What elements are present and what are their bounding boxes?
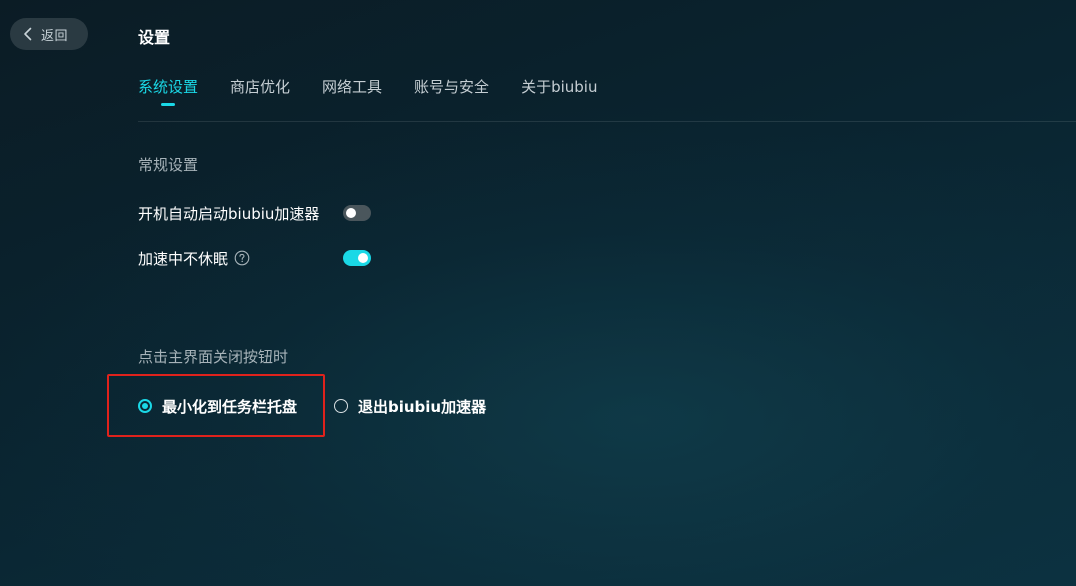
tab-store-optimization[interactable]: 商店优化 <box>230 76 290 106</box>
radio-checked-icon <box>138 399 152 413</box>
radio-exit-label: 退出biubiu加速器 <box>358 397 487 416</box>
radio-unchecked-icon <box>334 399 348 413</box>
no-sleep-toggle[interactable] <box>343 250 371 266</box>
radio-exit-app[interactable]: 退出biubiu加速器 <box>334 394 486 418</box>
back-button-label: 返回 <box>41 28 69 44</box>
back-button[interactable]: 返回 <box>10 18 88 50</box>
autostart-toggle[interactable] <box>343 205 371 221</box>
radio-minimize-label: 最小化到任务栏托盘 <box>162 397 298 416</box>
general-settings-title: 常规设置 <box>138 156 199 174</box>
no-sleep-row: 加速中不休眠 <box>138 245 250 271</box>
chevron-left-icon <box>20 26 36 42</box>
tab-network-tools[interactable]: 网络工具 <box>322 76 382 106</box>
close-behavior-title: 点击主界面关闭按钮时 <box>138 348 289 366</box>
page-title: 设置 <box>138 28 171 47</box>
question-circle-icon[interactable] <box>234 250 250 266</box>
no-sleep-label: 加速中不休眠 <box>138 249 229 268</box>
autostart-row: 开机自动启动biubiu加速器 <box>138 200 319 226</box>
toggle-knob <box>346 208 356 218</box>
autostart-label: 开机自动启动biubiu加速器 <box>138 204 320 223</box>
tab-system-settings[interactable]: 系统设置 <box>138 76 198 106</box>
radio-minimize-to-tray[interactable]: 最小化到任务栏托盘 <box>138 394 297 418</box>
settings-tabs: 系统设置 商店优化 网络工具 账号与安全 关于biubiu <box>138 76 629 106</box>
tab-account-security[interactable]: 账号与安全 <box>414 76 489 106</box>
tab-divider <box>138 121 1076 122</box>
toggle-knob <box>358 253 368 263</box>
tab-about[interactable]: 关于biubiu <box>521 76 597 106</box>
